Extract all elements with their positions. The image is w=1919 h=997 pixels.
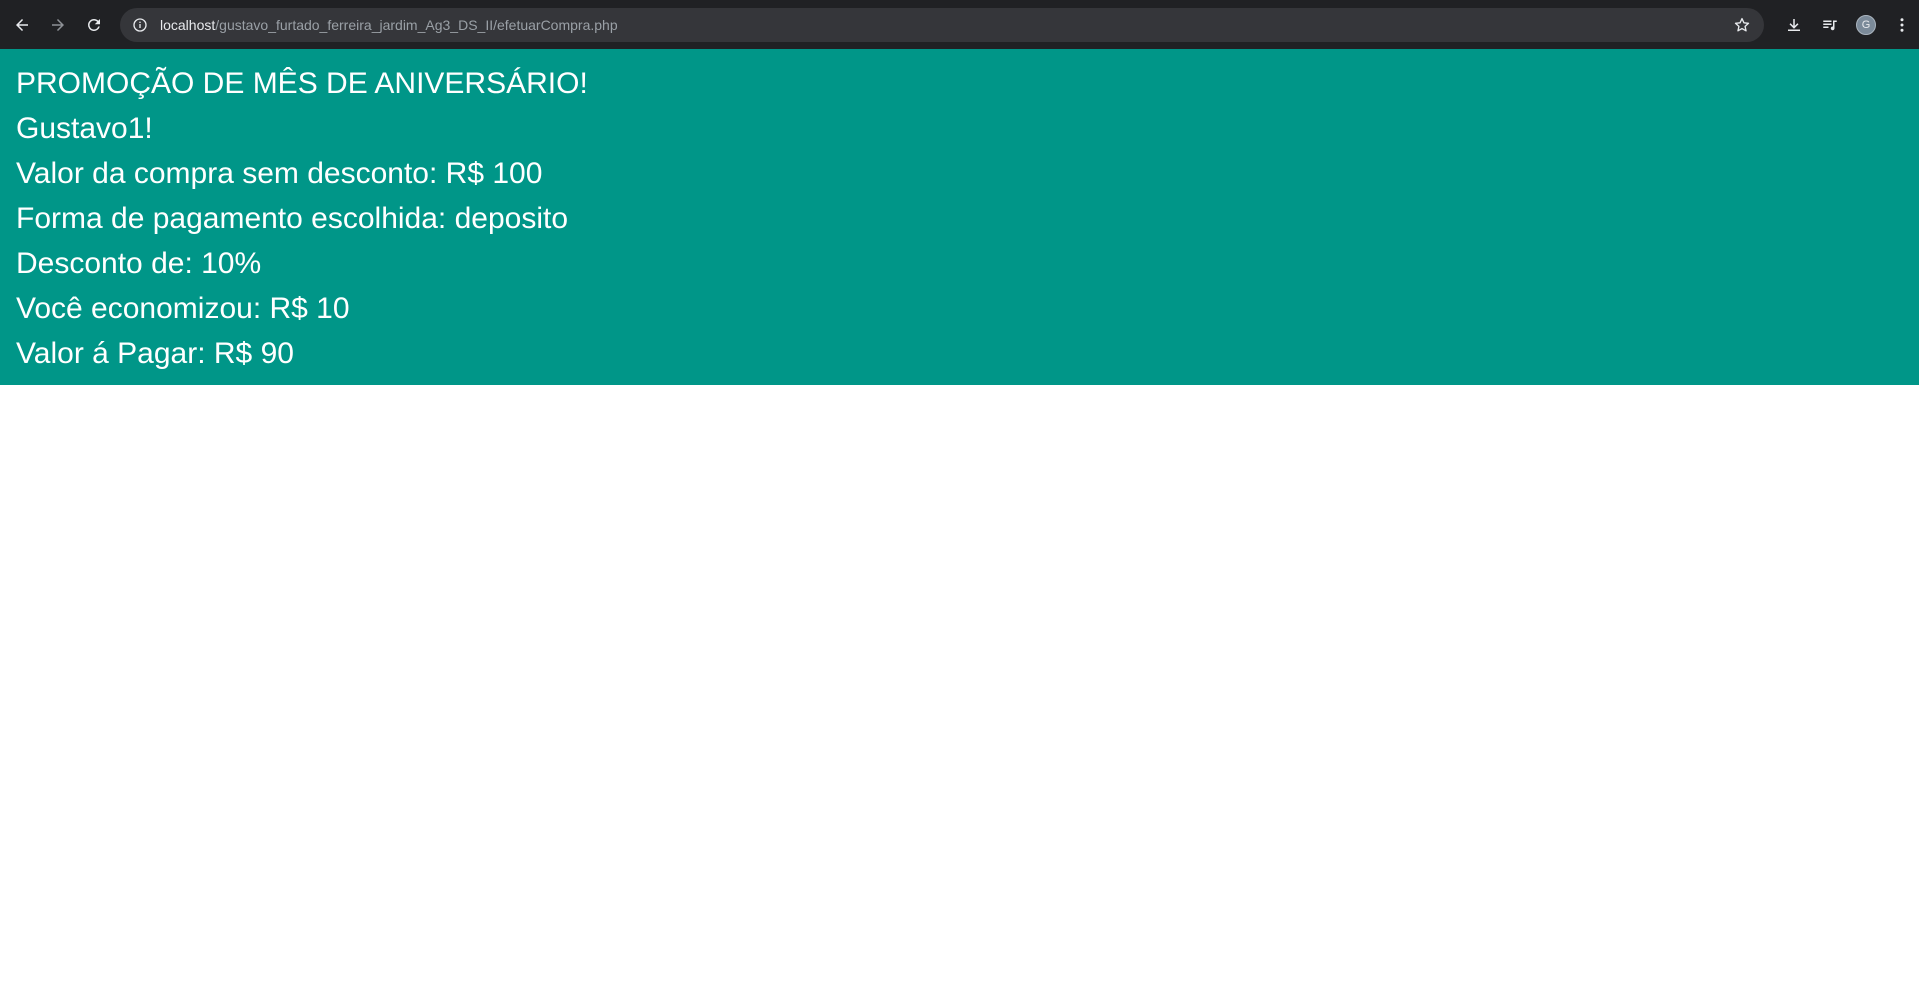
media-controls-button[interactable] — [1812, 7, 1848, 43]
forward-button[interactable] — [40, 7, 76, 43]
site-info-button[interactable] — [130, 15, 150, 35]
user-greeting: Gustavo1! — [16, 112, 153, 145]
playlist-icon — [1823, 20, 1837, 30]
star-icon — [1734, 17, 1750, 32]
url-host: localhost — [160, 16, 216, 33]
payment-method: Forma de pagamento escolhida: deposito — [16, 202, 569, 235]
amount-to-pay: Valor á Pagar: R$ 90 — [16, 337, 294, 370]
reload-button[interactable] — [76, 7, 112, 43]
download-button[interactable] — [1776, 7, 1812, 43]
toolbar-actions: G — [1776, 7, 1919, 43]
discount-rate: Desconto de: 10% — [16, 247, 262, 280]
reload-icon — [87, 18, 100, 31]
address-bar[interactable]: localhost/gustavo_furtado_ferreira_jardi… — [120, 7, 1764, 42]
kebab-menu-icon — [1900, 17, 1904, 32]
avatar: G — [1856, 14, 1876, 35]
browser-toolbar: localhost/gustavo_furtado_ferreira_jardi… — [0, 0, 1919, 49]
arrow-left-icon — [16, 18, 28, 31]
url-text[interactable]: localhost/gustavo_furtado_ferreira_jardi… — [160, 17, 1730, 33]
purchase-result-panel: PROMOÇÃO DE MÊS DE ANIVERSÁRIO! Gustavo1… — [0, 49, 1919, 385]
bookmark-button[interactable] — [1730, 13, 1754, 37]
original-price: Valor da compra sem desconto: R$ 100 — [16, 157, 543, 190]
info-circle-icon — [133, 17, 147, 32]
arrow-right-icon — [52, 18, 64, 31]
savings-amount: Você economizou: R$ 10 — [16, 292, 350, 325]
promo-title: PROMOÇÃO DE MÊS DE ANIVERSÁRIO! — [16, 67, 588, 100]
profile-button[interactable]: G — [1848, 7, 1884, 43]
download-icon — [1788, 18, 1800, 31]
back-button[interactable] — [4, 7, 40, 43]
url-path: /gustavo_furtado_ferreira_jardim_Ag3_DS_… — [215, 16, 618, 33]
menu-button[interactable] — [1884, 7, 1919, 43]
